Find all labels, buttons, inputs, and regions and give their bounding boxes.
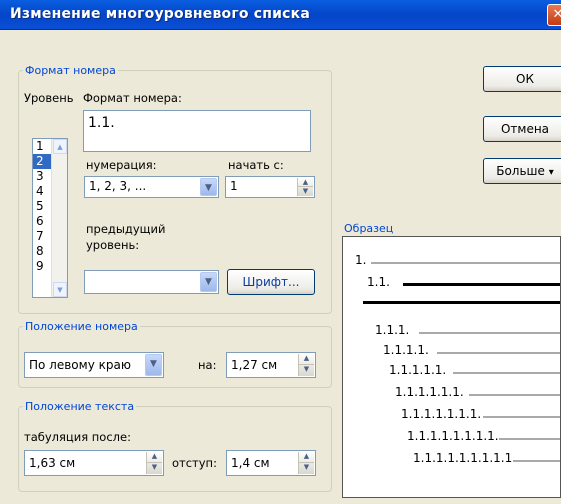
chevron-down-icon[interactable]: ▼ — [200, 272, 217, 292]
preview-row-number: 1.1.1.1. — [383, 343, 431, 357]
level-item[interactable]: 7 — [33, 229, 51, 244]
preview-row-line — [371, 262, 560, 264]
preview-bold-line — [363, 301, 560, 304]
numbering-label: нумерация: — [86, 158, 157, 172]
spin-up-icon[interactable]: ▲ — [298, 178, 313, 187]
preview-row: 1. — [343, 253, 560, 271]
level-item[interactable]: 8 — [33, 244, 51, 259]
start-value: 1 — [230, 179, 238, 193]
indent-label: отступ: — [172, 456, 217, 470]
tab-value: 1,63 см — [29, 456, 76, 470]
level-item-selected[interactable]: 2 — [33, 154, 51, 169]
preview-row-line — [483, 416, 560, 418]
alignment-value: По левому краю — [29, 358, 131, 372]
close-button[interactable]: ✕ — [547, 4, 561, 26]
preview-row-number: 1.1.1. — [375, 323, 412, 337]
preview-row-number: 1.1. — [367, 275, 392, 289]
spin-up-icon[interactable]: ▲ — [147, 452, 162, 463]
start-spinner[interactable]: 1 ▲ ▼ — [225, 176, 315, 198]
spin-buttons[interactable]: ▲ ▼ — [146, 452, 162, 474]
preview-row-line — [469, 394, 560, 396]
preview-row: 1.1.1.1.1.1.1.1.1. — [343, 451, 560, 469]
preview-row-number: 1.1.1.1.1.1. — [395, 385, 466, 399]
window-title: Изменение многоуровневого списка — [10, 6, 310, 22]
font-button[interactable]: Шрифт... — [227, 269, 315, 295]
cancel-button[interactable]: Отмена — [483, 116, 561, 142]
level-item[interactable]: 1 — [33, 139, 51, 154]
spin-down-icon[interactable]: ▼ — [147, 463, 162, 474]
level-item[interactable]: 3 — [33, 169, 51, 184]
spin-down-icon[interactable]: ▼ — [299, 463, 314, 474]
indent-value: 1,4 см — [231, 456, 270, 470]
indent-spinner[interactable]: 1,4 см ▲ ▼ — [226, 450, 316, 476]
preview-row-number: 1.1.1.1.1. — [389, 363, 449, 377]
number-format-legend: Формат номера — [25, 64, 116, 77]
numbering-value: 1, 2, 3, ... — [89, 179, 147, 193]
spin-buttons[interactable]: ▲ ▼ — [298, 354, 314, 376]
preview-row-line — [513, 460, 560, 462]
tab-spinner[interactable]: 1,63 см ▲ ▼ — [24, 450, 164, 476]
ok-button[interactable]: ОК — [483, 66, 561, 92]
preview-row-number: 1.1.1.1.1.1.1. — [401, 407, 484, 421]
text-position-legend: Положение текста — [25, 400, 135, 413]
preview-row: 1.1.1.1.1. — [343, 363, 560, 381]
preview-row: 1.1.1.1.1.1.1. — [343, 407, 560, 425]
start-label: начать с: — [228, 158, 284, 172]
level-item[interactable]: 9 — [33, 259, 51, 274]
preview-row-number: 1. — [355, 253, 369, 267]
preview-row-line — [403, 283, 560, 286]
scroll-up-icon[interactable]: ▲ — [53, 139, 67, 154]
preview-row-number: 1.1.1.1.1.1.1.1. — [407, 429, 501, 443]
preview-label: Образец — [344, 222, 394, 235]
level-item[interactable]: 5 — [33, 199, 51, 214]
spin-down-icon[interactable]: ▼ — [299, 365, 314, 376]
more-button[interactable]: Больше ▾ — [483, 158, 561, 184]
preview-row-line — [499, 438, 560, 440]
level-label: Уровень — [24, 91, 74, 105]
chevron-down-icon[interactable]: ▼ — [200, 178, 217, 196]
preview-row: 1.1.1.1.1.1.1.1. — [343, 429, 560, 447]
format-input[interactable]: 1.1. — [83, 110, 311, 152]
preview-row-line — [453, 372, 560, 374]
spin-buttons[interactable]: ▲ ▼ — [297, 178, 313, 196]
at-value: 1,27 см — [231, 358, 278, 372]
close-icon: ✕ — [552, 7, 561, 22]
prev-level-label-2: уровень: — [86, 238, 140, 252]
preview-row-number: 1.1.1.1.1.1.1.1.1. — [413, 451, 519, 465]
prev-level-label: предыдущий — [86, 222, 166, 236]
format-label: Формат номера: — [83, 91, 182, 105]
more-arrow-icon: ▾ — [548, 167, 554, 178]
at-label: на: — [198, 358, 217, 372]
preview-row: 1.1.1.1. — [343, 343, 560, 361]
spin-up-icon[interactable]: ▲ — [299, 354, 314, 365]
chevron-down-icon[interactable]: ▼ — [145, 354, 162, 376]
spin-buttons[interactable]: ▲ ▼ — [298, 452, 314, 474]
level-listbox[interactable]: 1 2 3 4 5 6 7 8 9 ▲ ▼ — [32, 138, 68, 298]
at-spinner[interactable]: 1,27 см ▲ ▼ — [226, 352, 316, 378]
prev-level-select[interactable]: ▼ — [84, 270, 219, 294]
numbering-select[interactable]: 1, 2, 3, ... ▼ — [84, 176, 219, 198]
level-item[interactable]: 4 — [33, 184, 51, 199]
preview-row-line — [437, 352, 560, 354]
preview-row: 1.1. — [343, 275, 560, 293]
preview-row-line — [419, 332, 560, 334]
spin-up-icon[interactable]: ▲ — [299, 452, 314, 463]
scroll-down-icon[interactable]: ▼ — [53, 282, 67, 297]
text-position-group: Положение текста — [18, 400, 332, 492]
title-bar: Изменение многоуровневого списка ✕ — [0, 0, 561, 30]
preview-row: 1.1.1. — [343, 323, 560, 341]
level-item[interactable]: 6 — [33, 214, 51, 229]
more-label: Больше — [496, 164, 545, 178]
spin-down-icon[interactable]: ▼ — [298, 187, 313, 196]
number-position-legend: Положение номера — [25, 320, 138, 333]
preview-row: 1.1.1.1.1.1. — [343, 385, 560, 403]
tab-label: табуляция после: — [24, 430, 131, 444]
alignment-select[interactable]: По левому краю ▼ — [24, 352, 164, 378]
level-scrollbar[interactable]: ▲ ▼ — [51, 139, 67, 297]
preview-pane: 1. 1.1. 1.1.1. 1.1.1.1. 1.1.1.1.1. 1.1.1… — [342, 236, 561, 498]
